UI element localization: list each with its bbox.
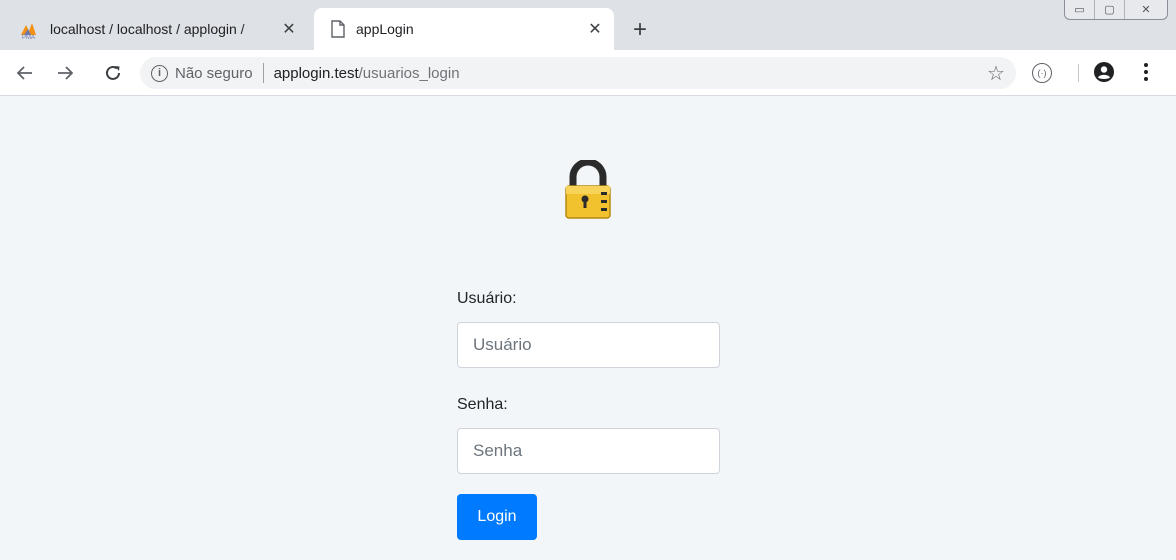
address-bar[interactable]: i Não seguro applogin.test/usuarios_logi… xyxy=(140,57,1016,89)
window-controls: ▭ ▢ ✕ xyxy=(1064,0,1168,20)
close-window-button[interactable]: ✕ xyxy=(1125,0,1167,19)
svg-text:PMA: PMA xyxy=(22,35,35,39)
extension-icon[interactable]: (·) xyxy=(1032,63,1052,83)
info-icon[interactable]: i xyxy=(151,64,168,82)
security-status[interactable]: Não seguro xyxy=(175,65,253,82)
toolbar-divider xyxy=(1078,64,1079,82)
url-path: /usuarios_login xyxy=(358,64,460,82)
padlock-icon xyxy=(565,160,611,219)
tab-applogin[interactable]: appLogin ✕ xyxy=(314,8,614,50)
tab-phpmyadmin[interactable]: PMA localhost / localhost / applogin / ✕ xyxy=(8,8,308,50)
password-input[interactable] xyxy=(457,428,720,474)
maximize-button[interactable]: ▢ xyxy=(1095,0,1125,19)
back-button[interactable] xyxy=(10,58,40,88)
reload-button[interactable] xyxy=(98,58,128,88)
tab-strip: PMA localhost / localhost / applogin / ✕… xyxy=(0,0,1176,50)
login-button[interactable]: Login xyxy=(457,494,537,540)
kebab-menu-icon[interactable] xyxy=(1136,59,1156,85)
bookmark-star-icon[interactable]: ☆ xyxy=(984,61,1008,85)
omnibox-divider xyxy=(262,63,264,83)
forward-button[interactable] xyxy=(50,58,80,88)
login-form: Usuário: Senha: Login xyxy=(457,282,721,540)
password-label: Senha: xyxy=(457,396,508,413)
username-label: Usuário: xyxy=(457,290,517,307)
arrow-left-icon xyxy=(16,66,32,80)
close-tab-icon[interactable]: ✕ xyxy=(276,16,302,42)
new-tab-button[interactable]: + xyxy=(626,16,654,44)
browser-toolbar: i Não seguro applogin.test/usuarios_logi… xyxy=(0,50,1176,96)
close-tab-icon[interactable]: ✕ xyxy=(582,16,608,42)
username-input[interactable] xyxy=(457,322,720,368)
reload-icon xyxy=(106,65,120,80)
url-host: applogin.test xyxy=(273,64,359,82)
profile-avatar-icon[interactable] xyxy=(1094,62,1114,82)
document-icon xyxy=(331,20,345,38)
tab-title: appLogin xyxy=(356,21,414,37)
tab-title: localhost / localhost / applogin / xyxy=(50,21,245,37)
phpmyadmin-icon: PMA xyxy=(21,23,36,39)
minimize-button[interactable]: ▭ xyxy=(1065,0,1095,19)
arrow-right-icon xyxy=(58,66,74,80)
